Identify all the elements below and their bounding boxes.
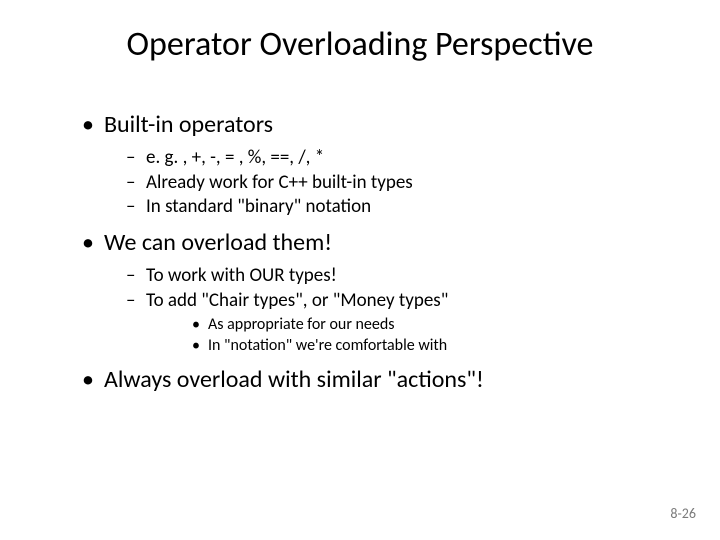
bullet-text: e. g. , +, -, = , %, ==, /, *: [146, 146, 324, 169]
bullet-text: In "notation" we're comfortable with: [208, 336, 447, 355]
bullet-text: As appropriate for our needs: [208, 315, 395, 334]
bullet-text: To add "Chair types", or "Money types": [146, 289, 448, 312]
list-item: As appropriate for our needs: [146, 315, 662, 336]
list-item: Already work for C++ built-in types: [104, 171, 662, 196]
sub-list: e. g. , +, -, = , %, ==, /, * Already wo…: [104, 146, 662, 220]
slide-title: Operator Overloading Perspective: [0, 24, 720, 65]
list-item: To work with OUR types!: [104, 264, 662, 289]
bullet-text: Already work for C++ built-in types: [146, 171, 413, 194]
bullet-list: Built-in operators e. g. , +, -, = , %, …: [82, 110, 662, 395]
bullet-text: Built-in operators: [104, 110, 273, 139]
bullet-text: Always overload with similar "actions"!: [104, 365, 484, 394]
list-item: e. g. , +, -, = , %, ==, /, *: [104, 146, 662, 171]
sub-sub-list: As appropriate for our needs In "notatio…: [146, 315, 662, 357]
sub-list: To work with OUR types! To add "Chair ty…: [104, 264, 662, 357]
list-item: In standard "binary" notation: [104, 195, 662, 220]
slide: Operator Overloading Perspective Built-i…: [0, 0, 720, 540]
list-item: In "notation" we're comfortable with: [146, 336, 662, 357]
list-item: To add "Chair types", or "Money types" A…: [104, 289, 662, 357]
bullet-text: In standard "binary" notation: [146, 195, 371, 218]
slide-body: Built-in operators e. g. , +, -, = , %, …: [82, 110, 662, 399]
bullet-text: To work with OUR types!: [146, 264, 337, 287]
list-item: Built-in operators e. g. , +, -, = , %, …: [82, 110, 662, 220]
page-number: 8-26: [670, 505, 696, 522]
list-item: Always overload with similar "actions"!: [82, 365, 662, 395]
bullet-text: We can overload them!: [104, 228, 332, 257]
list-item: We can overload them! To work with OUR t…: [82, 228, 662, 357]
